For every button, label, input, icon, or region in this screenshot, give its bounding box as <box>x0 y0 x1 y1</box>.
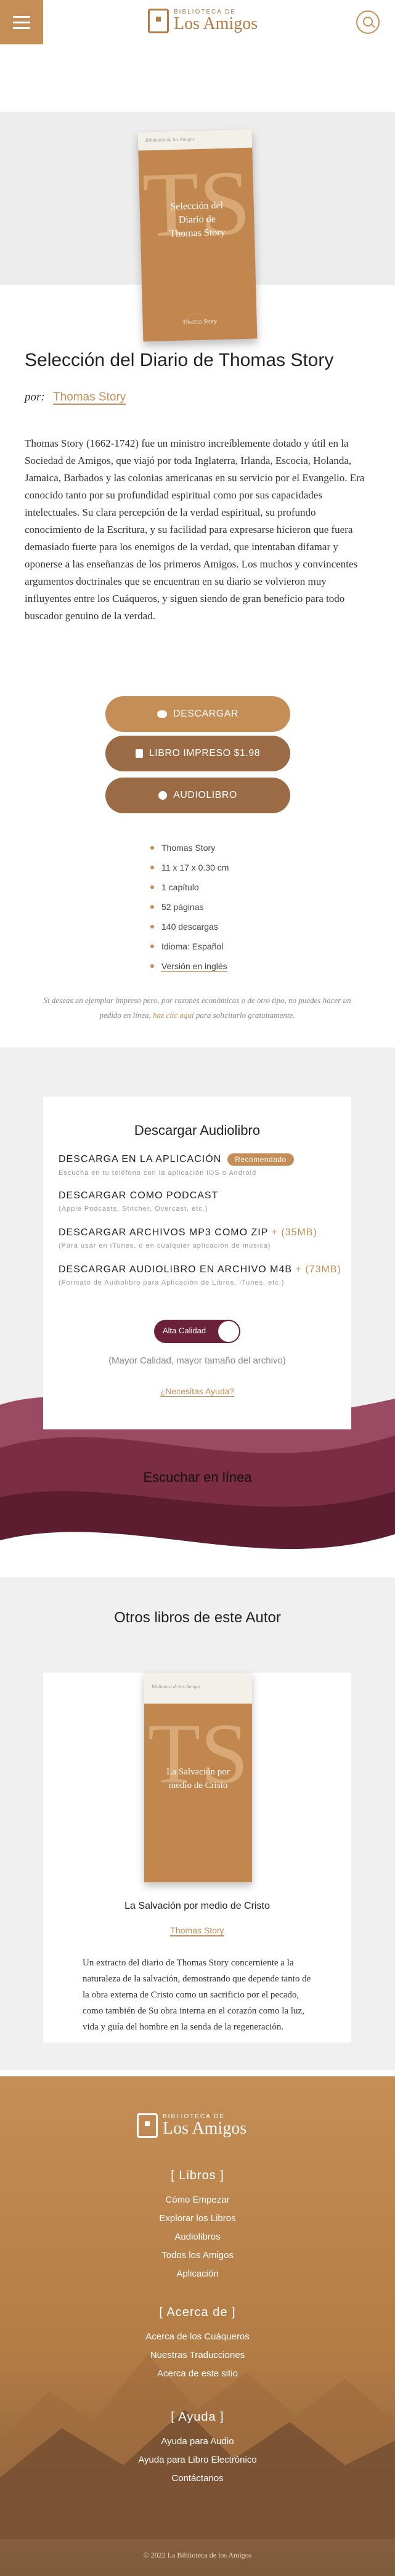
other-book-cover[interactable]: Biblioteca de los Amigos TS La Salvación… <box>144 1673 252 1882</box>
footer-logo[interactable]: BIBLIOTECA DE Los Amigos <box>137 2113 246 2138</box>
footer-link[interactable]: Ayuda para Libro Electrónico <box>0 2455 395 2465</box>
share-icon[interactable] <box>188 313 205 323</box>
footer-link[interactable]: Aplicación <box>0 2269 395 2279</box>
menu-icon[interactable] <box>0 0 43 44</box>
cover-top-strip: Biblioteca de los Amigos <box>137 129 253 151</box>
footer-link[interactable]: Ayuda para Audio <box>0 2436 395 2447</box>
footer-link[interactable]: Audiolibros <box>0 2232 395 2242</box>
footer-link[interactable]: Nuestras Traducciones <box>0 2350 395 2360</box>
download-app-option[interactable]: DESCARGA EN LA APLICACIÓN Recomendado Esc… <box>59 1153 294 1177</box>
site-logo[interactable]: BIBLIOTECA DE Los Amigos <box>148 9 258 33</box>
quality-toggle[interactable]: Alta Calidad <box>154 1320 240 1343</box>
cover-top-label: Biblioteca de los Amigos <box>145 136 195 144</box>
print-book-button[interactable]: LIBRO IMPRESO $1.98 <box>105 736 290 771</box>
other-book-description: Un extracto del diario de Thomas Story c… <box>83 1958 311 2032</box>
footer-link[interactable]: Todos los Amigos <box>0 2250 395 2261</box>
cover-title: La Salvación por medio de Cristo <box>166 1767 230 1790</box>
audio-card-title: Descargar Audiolibro <box>134 1123 261 1138</box>
footer-link[interactable]: Cómo Empezar <box>0 2195 395 2205</box>
audiobook-button[interactable]: AUDIOLIBRO <box>105 778 290 813</box>
detail-language: Idioma: Español <box>150 937 229 956</box>
audio-label: AUDIOLIBRO <box>173 790 237 800</box>
footer-libros-heading: [ Libros ] <box>171 2169 224 2182</box>
search-icon[interactable] <box>356 10 380 34</box>
detail-chapters: 1 capítulo <box>150 877 229 897</box>
listen-online-heading[interactable]: Escuchar en línea <box>0 1469 395 1485</box>
footer-logo-mark <box>137 2113 158 2138</box>
headphones-icon <box>158 791 168 800</box>
book-cover: Biblioteca de los Amigos TS Selección de… <box>137 129 258 342</box>
cover-top-label: Biblioteca de los Amigos <box>152 1684 201 1689</box>
cover-title: Selección del Diario de Thomas Story <box>140 198 255 242</box>
detail-author[interactable]: Thomas Story <box>150 838 229 858</box>
footer-link[interactable]: Explorar los Libros <box>0 2213 395 2224</box>
toggle-label: Alta Calidad <box>163 1326 206 1335</box>
english-version-link[interactable]: Versión en inglés <box>150 956 229 976</box>
toggle-knob <box>218 1321 239 1342</box>
byline: por: Thomas Story <box>25 391 126 405</box>
detail-downloads: 140 descargas <box>150 917 229 937</box>
page-title: Selección del Diario de Thomas Story <box>25 350 334 370</box>
download-button[interactable]: DESCARGAR <box>105 696 290 732</box>
download-label: DESCARGAR <box>173 709 238 719</box>
other-books-title: Otros libros de este Autor <box>114 1609 281 1626</box>
print-label: LIBRO IMPRESO $1.98 <box>149 748 261 758</box>
help-link[interactable]: ¿Necesitas Ayuda? <box>43 1386 351 1397</box>
detail-dimensions: 11 x 17 x 0.30 cm <box>150 858 229 877</box>
other-book-card[interactable]: Biblioteca de los Amigos TS La Salvación… <box>43 1673 351 2042</box>
click-here-link[interactable]: haz clic aquí <box>153 1010 193 1020</box>
footer-link[interactable]: Acerca de este sitio <box>0 2368 395 2379</box>
book-details: Thomas Story 11 x 17 x 0.30 cm 1 capítul… <box>150 838 229 976</box>
recommended-badge: Recomendado <box>227 1153 294 1166</box>
footer-link[interactable]: Acerca de los Cuáqueros <box>0 2331 395 2342</box>
download-m4b-option[interactable]: DESCARGAR AUDIOLIBRO EN ARCHIVO M4B + (7… <box>59 1264 341 1286</box>
site-header: BIBLIOTECA DE Los Amigos <box>0 0 395 45</box>
quality-note: (Mayor Calidad, mayor tamaño del archivo… <box>108 1355 286 1366</box>
author-link[interactable]: Thomas Story <box>53 391 126 405</box>
audio-download-card: Descargar Audiolibro DESCARGA EN LA APLI… <box>43 1097 351 1429</box>
download-mp3-zip-option[interactable]: DESCARGAR ARCHIVOS MP3 COMO ZIP + (35MB)… <box>59 1227 317 1249</box>
footer-acerca-heading: [ Acerca de ] <box>159 2306 236 2319</box>
download-podcast-option[interactable]: DESCARGAR COMO PODCAST (Apple Podcasts, … <box>59 1190 218 1213</box>
logo-big-text: Los Amigos <box>174 14 258 33</box>
footer-link[interactable]: Contáctanos <box>0 2473 395 2484</box>
book-description: Thomas Story (1662-1742) fue un ministro… <box>25 437 365 622</box>
copyright: © 2022 La Biblioteca de los Amigos <box>143 2551 252 2559</box>
logo-mark <box>148 9 169 33</box>
byline-prefix: por: <box>25 391 45 404</box>
cover-section: Biblioteca de los Amigos TS Selección de… <box>0 44 395 342</box>
detail-pages: 52 páginas <box>150 897 229 917</box>
other-book-author[interactable]: Thomas Story <box>43 1925 351 1936</box>
footer-ayuda-heading: [ Ayuda ] <box>171 2410 224 2424</box>
free-copy-note: Si deseas un ejemplar impreso pero, por … <box>43 996 351 1020</box>
other-book-title[interactable]: La Salvación por medio de Cristo <box>43 1901 351 1912</box>
book-icon <box>135 749 143 758</box>
site-footer: BIBLIOTECA DE Los Amigos [ Libros ] Cómo… <box>0 2076 395 2576</box>
cover-top-strip: Biblioteca de los Amigos <box>144 1673 252 1704</box>
cloud-icon <box>157 710 168 718</box>
